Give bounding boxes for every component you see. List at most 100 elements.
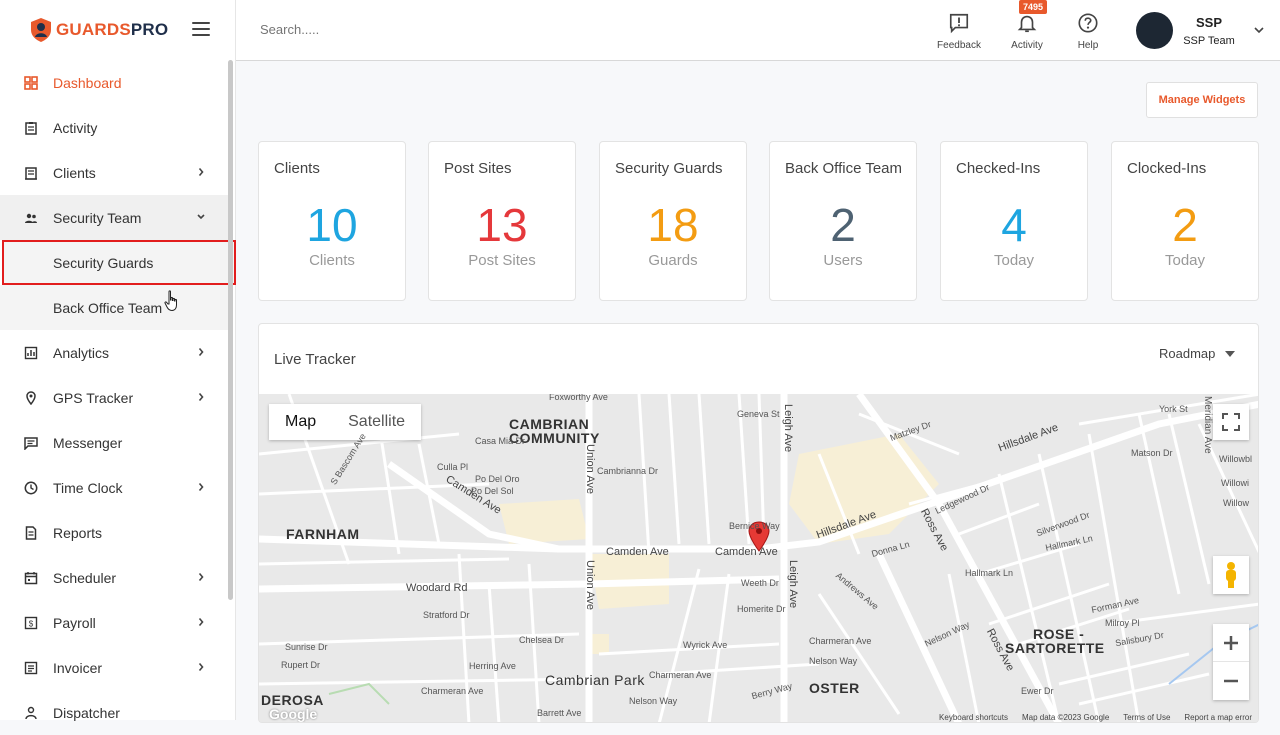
sidebar-item-invoicer[interactable]: Invoicer [0,645,228,690]
help-icon [1078,13,1098,33]
map-label-street: Chelsea Dr [519,635,565,645]
sidebar-item-payroll[interactable]: $ Payroll [0,600,228,645]
search-input[interactable] [260,22,560,37]
calendar-icon [24,571,38,585]
stat-card-back-office-team[interactable]: Back Office Team 2 Users [769,141,917,301]
stat-card-value: 13 [476,199,528,251]
map-label-street: Milroy Pl [1105,618,1140,628]
map-label-street: Homerite Dr [737,604,786,614]
sidebar-item-label: Clients [53,164,96,181]
sidebar-item-gps-tracker[interactable]: GPS Tracker [0,375,228,420]
sidebar-item-reports[interactable]: Reports [0,510,228,555]
map-label-street: Union Ave [584,444,596,494]
sidebar-item-label: Back Office Team [53,299,163,316]
stat-card-subtitle: Post Sites [468,252,536,269]
zoom-in-button[interactable] [1213,624,1249,662]
stat-card-value: 18 [647,199,699,251]
sidebar-nav: Dashboard Activity Clients Security Team Sec… [0,60,236,735]
report-map-error-link[interactable]: Report a map error [1184,713,1252,722]
people-icon [24,211,38,225]
map-label-area: FARNHAM [286,526,360,542]
manage-widgets-button[interactable]: Manage Widgets [1146,82,1258,118]
chevron-right-icon [198,662,204,672]
map-type-dropdown[interactable]: Roadmap [1159,346,1236,361]
stat-card-subtitle: Guards [648,252,698,269]
map-label-street: Wyrick Ave [683,640,728,650]
stat-card-value: 10 [306,199,358,251]
chevron-right-icon [198,617,204,627]
sidebar-item-label: Dashboard [53,74,122,91]
stat-card-post-sites[interactable]: Post Sites 13 Post Sites [428,141,576,301]
map-label-street: Nelson Way [809,656,858,666]
sidebar-item-activity[interactable]: Activity [0,105,228,150]
map-label-street: Po Del Oro [475,474,520,484]
sidebar-item-dispatcher[interactable]: Dispatcher [0,690,228,735]
location-pin-icon [24,390,38,405]
street-view-pegman[interactable] [1213,556,1249,594]
fullscreen-button[interactable] [1213,404,1249,440]
stat-card-value: 2 [1172,199,1198,251]
stat-card-clients[interactable]: Clients 10 Clients [258,141,406,301]
sidebar-item-back-office-team[interactable]: Back Office Team [0,285,228,330]
stat-card-value: 2 [830,199,856,251]
sidebar-item-security-guards[interactable]: Security Guards [2,240,236,285]
stat-card-title: Checked-Ins [956,160,1041,177]
map-label-street: Sunrise Dr [285,642,328,652]
sidebar-item-scheduler[interactable]: Scheduler [0,555,228,600]
user-name[interactable]: SSP [1182,15,1236,30]
sidebar-item-label: Security Guards [53,254,154,271]
map-label-street: Herring Ave [469,661,516,671]
stat-card-security-guards[interactable]: Security Guards 18 Guards [599,141,747,301]
sidebar-scrollbar[interactable] [228,60,234,600]
map-label-street: Cambrianna Dr [597,466,659,476]
sidebar-item-label: Payroll [53,614,96,631]
help-label: Help [1077,40,1099,51]
top-bar: Feedback 7495 Activity Help SSP SSP Team [236,0,1280,61]
sidebar-item-time-clock[interactable]: Time Clock [0,465,228,510]
map-label-street: Hallmark Ln [965,568,1014,578]
hand-cursor-icon [164,290,177,312]
map-label-street: Charmeran Ave [809,636,872,646]
map-type-value: Roadmap [1159,346,1216,361]
chart-icon [24,346,38,360]
sidebar-item-clients[interactable]: Clients [0,150,228,195]
map-label-street: Bernice Way [729,521,780,531]
map-label-area: Cambrian Park [545,672,645,688]
sidebar-item-dashboard[interactable]: Dashboard [0,60,228,105]
sidebar-item-label: Invoicer [53,659,103,676]
clipboard-icon [24,121,38,135]
sidebar-item-security-team[interactable]: Security Team [0,195,228,240]
sidebar-item-analytics[interactable]: Analytics [0,330,228,375]
map-tab[interactable]: Map [269,404,332,440]
guard-shield-icon [31,18,51,42]
stat-card-subtitle: Clients [309,252,355,269]
sidebar-item-messenger[interactable]: Messenger [0,420,228,465]
stat-card-checked-ins[interactable]: Checked-Ins 4 Today [940,141,1088,301]
map-view[interactable]: Map Satellite CAMBRIAN COMMUNITY FARNHAM… [259,394,1258,722]
terms-link[interactable]: Terms of Use [1123,713,1170,722]
sidebar-item-label: Security Team [53,209,142,226]
activity-button[interactable]: 7495 Activity [997,0,1057,51]
zoom-out-button[interactable] [1213,662,1249,700]
map-label-street: Camden Ave [606,546,669,558]
stat-card-title: Clients [274,160,320,177]
stat-card-clocked-ins[interactable]: Clocked-Ins 2 Today [1111,141,1259,301]
satellite-tab[interactable]: Satellite [332,404,421,440]
map-label-street: Matson Dr [1131,448,1173,458]
feedback-button[interactable]: Feedback [929,12,989,51]
stat-card-title: Clocked-Ins [1127,160,1207,177]
hamburger-menu-icon[interactable] [192,22,210,36]
chevron-down-icon[interactable] [1254,26,1264,34]
live-tracker-panel: Live Tracker Roadmap Map Satellite CAMBR… [258,323,1259,723]
keyboard-shortcuts-link[interactable]: Keyboard shortcuts [939,713,1008,722]
feedback-icon [949,13,969,34]
help-button[interactable]: Help [1058,12,1118,51]
map-label-street: Charmeran Ave [649,670,712,680]
activity-count-badge: 7495 [1019,0,1048,14]
user-avatar[interactable] [1136,12,1173,49]
stat-card-subtitle: Users [823,252,863,269]
map-label-street: Willow [1223,498,1249,508]
map-label-area: SARTORETTE [1005,640,1105,656]
sidebar-item-label: Messenger [53,434,123,451]
map-label-street: Ewer Dr [1021,686,1054,696]
